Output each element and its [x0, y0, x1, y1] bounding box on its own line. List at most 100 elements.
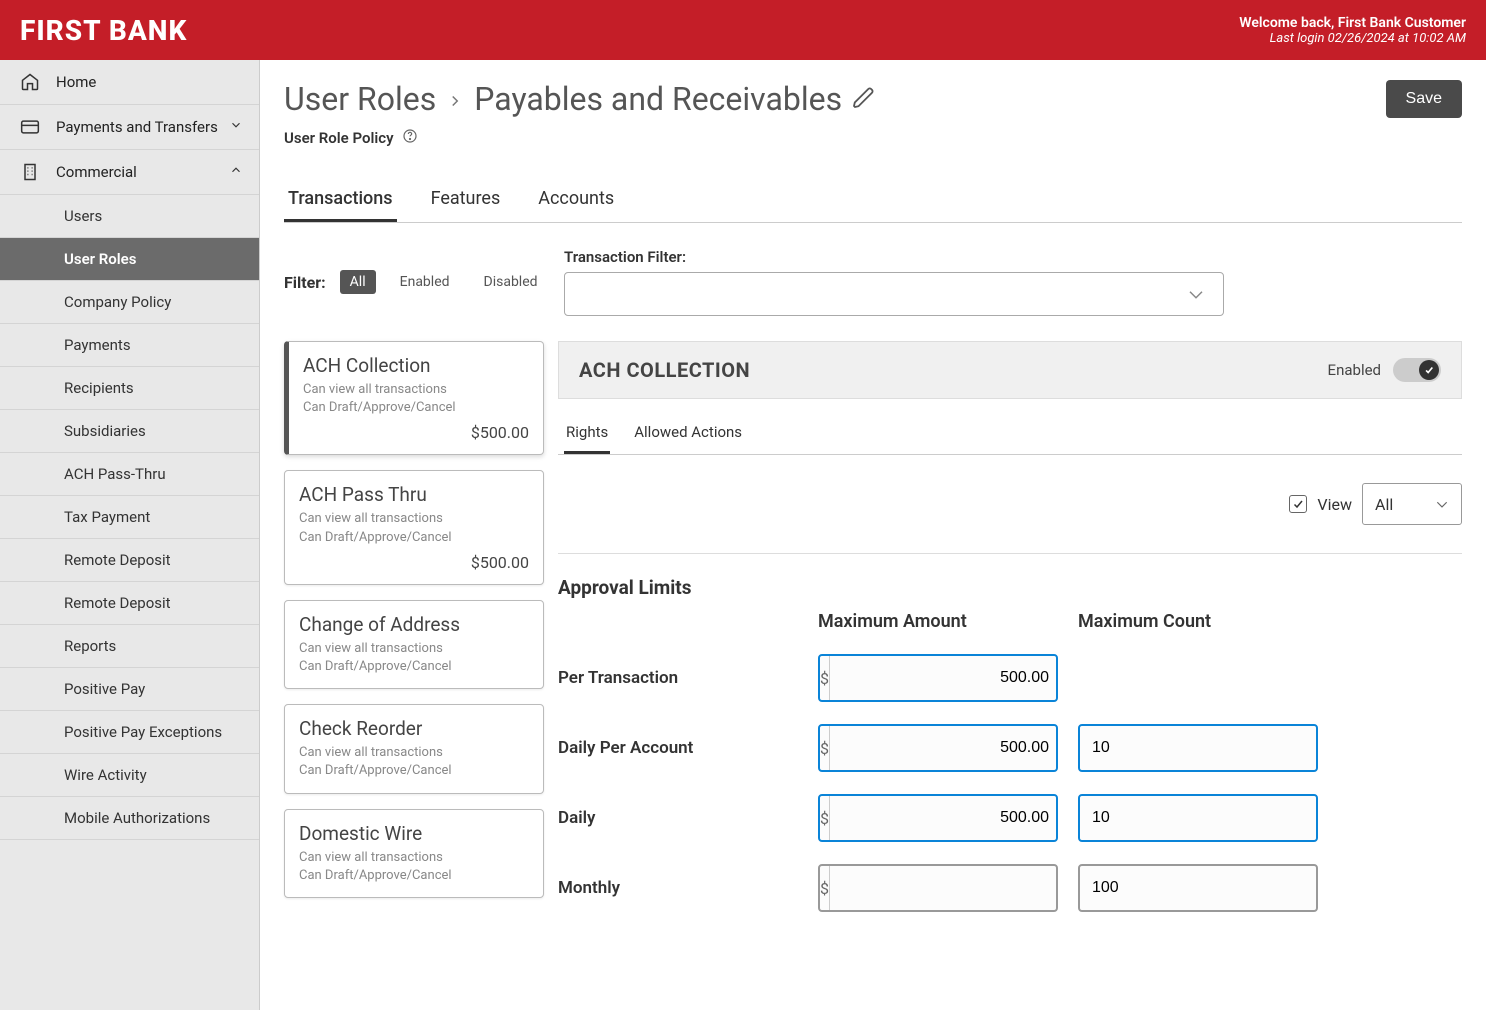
row-daily-label: Daily: [558, 808, 818, 828]
currency-symbol: $: [820, 796, 830, 840]
nav-home[interactable]: Home: [0, 60, 259, 105]
last-login-text: Last login 02/26/2024 at 10:02 AM: [1239, 31, 1466, 46]
filter-label: Filter:: [284, 273, 326, 292]
help-icon[interactable]: [402, 128, 418, 148]
nav-user-roles[interactable]: User Roles: [0, 238, 259, 281]
daily-acct-amount[interactable]: $: [818, 724, 1058, 772]
monthly-amount[interactable]: $: [818, 864, 1058, 912]
tx-title: ACH Pass Thru: [299, 483, 529, 506]
per-tx-amount[interactable]: $: [818, 654, 1058, 702]
nav-positive-pay-exceptions[interactable]: Positive Pay Exceptions: [0, 711, 259, 754]
tx-card-domestic-wire[interactable]: Domestic Wire Can view all transactions …: [284, 809, 544, 898]
tx-card-change-address[interactable]: Change of Address Can view all transacti…: [284, 600, 544, 689]
tab-features[interactable]: Features: [427, 178, 505, 222]
nav-label: Home: [56, 73, 96, 91]
tx-filter-label: Transaction Filter:: [564, 248, 1224, 266]
view-label: View: [1317, 495, 1352, 514]
nav-ach-pass-thru[interactable]: ACH Pass-Thru: [0, 453, 259, 496]
monthly-count-input[interactable]: [1078, 864, 1318, 912]
tx-meta: Can Draft/Approve/Cancel: [299, 867, 529, 885]
nav-remote-deposit-2[interactable]: Remote Deposit: [0, 582, 259, 625]
per-tx-amount-input[interactable]: [830, 656, 1058, 700]
filter-enabled[interactable]: Enabled: [390, 270, 460, 294]
nav-payments[interactable]: Payments: [0, 324, 259, 367]
col-max-amount: Maximum Amount: [818, 611, 1078, 632]
view-select-value: All: [1375, 495, 1393, 514]
col-max-count: Maximum Count: [1078, 611, 1338, 632]
app-header: FIRST BANK Welcome back, First Bank Cust…: [0, 0, 1486, 60]
breadcrumb-current: Payables and Receivables: [474, 80, 842, 118]
tx-meta: Can Draft/Approve/Cancel: [303, 399, 529, 417]
subtab-rights[interactable]: Rights: [564, 413, 610, 454]
welcome-text: Welcome back, First Bank Customer: [1239, 15, 1466, 31]
subtab-allowed-actions[interactable]: Allowed Actions: [632, 413, 744, 454]
building-icon: [16, 162, 44, 182]
detail-panel: ACH COLLECTION Enabled Rights Allowed Ac…: [558, 341, 1462, 912]
nav-tax-payment[interactable]: Tax Payment: [0, 496, 259, 539]
nav-positive-pay[interactable]: Positive Pay: [0, 668, 259, 711]
tx-meta: Can view all transactions: [299, 744, 529, 762]
tx-filter-select[interactable]: [564, 272, 1224, 316]
currency-symbol: $: [820, 726, 830, 770]
daily-amount-input[interactable]: [830, 796, 1058, 840]
currency-symbol: $: [820, 866, 830, 910]
daily-acct-count-input[interactable]: [1078, 724, 1318, 772]
tx-card-check-reorder[interactable]: Check Reorder Can view all transactions …: [284, 704, 544, 793]
card-icon: [16, 117, 44, 137]
monthly-amount-input[interactable]: [830, 866, 1058, 910]
tx-title: Check Reorder: [299, 717, 529, 740]
approval-limits-title: Approval Limits: [558, 576, 1462, 599]
edit-icon[interactable]: [852, 80, 876, 118]
tx-title: Change of Address: [299, 613, 529, 636]
detail-subtabs: Rights Allowed Actions: [558, 413, 1462, 455]
daily-acct-amount-input[interactable]: [830, 726, 1058, 770]
nav-label: Payments and Transfers: [56, 118, 218, 136]
enabled-toggle[interactable]: [1393, 358, 1441, 382]
toggle-knob: [1419, 360, 1439, 380]
tx-title: Domestic Wire: [299, 822, 529, 845]
nav-users[interactable]: Users: [0, 195, 259, 238]
tx-meta: Can Draft/Approve/Cancel: [299, 762, 529, 780]
transaction-list: ACH Collection Can view all transactions…: [284, 341, 544, 912]
home-icon: [16, 72, 44, 92]
breadcrumb: User Roles Payables and Receivables: [284, 80, 876, 118]
view-checkbox[interactable]: [1289, 495, 1307, 513]
tx-meta: Can view all transactions: [299, 849, 529, 867]
filter-disabled[interactable]: Disabled: [474, 270, 548, 294]
detail-title: ACH COLLECTION: [579, 358, 750, 382]
chevron-down-icon: [229, 118, 243, 136]
tx-card-ach-pass-thru[interactable]: ACH Pass Thru Can view all transactions …: [284, 470, 544, 584]
logo: FIRST BANK: [20, 14, 187, 47]
enabled-label: Enabled: [1328, 361, 1381, 379]
tx-meta: Can view all transactions: [299, 510, 529, 528]
view-select[interactable]: All: [1362, 483, 1462, 525]
daily-amount[interactable]: $: [818, 794, 1058, 842]
chevron-right-icon: [446, 80, 464, 118]
nav-company-policy[interactable]: Company Policy: [0, 281, 259, 324]
tx-meta: Can Draft/Approve/Cancel: [299, 658, 529, 676]
save-button[interactable]: Save: [1386, 80, 1462, 118]
nav-payments-transfers[interactable]: Payments and Transfers: [0, 105, 259, 150]
nav-reports[interactable]: Reports: [0, 625, 259, 668]
tx-title: ACH Collection: [303, 354, 529, 377]
tabs: Transactions Features Accounts: [284, 178, 1462, 223]
nav-recipients[interactable]: Recipients: [0, 367, 259, 410]
filter-all[interactable]: All: [340, 270, 376, 294]
nav-wire-activity[interactable]: Wire Activity: [0, 754, 259, 797]
nav-subsidiaries[interactable]: Subsidiaries: [0, 410, 259, 453]
nav-mobile-authorizations[interactable]: Mobile Authorizations: [0, 797, 259, 840]
sidebar: Home Payments and Transfers Commercial U…: [0, 60, 260, 1010]
tx-card-ach-collection[interactable]: ACH Collection Can view all transactions…: [284, 341, 544, 455]
daily-count-input[interactable]: [1078, 794, 1318, 842]
currency-symbol: $: [820, 656, 830, 700]
tab-accounts[interactable]: Accounts: [534, 178, 618, 222]
tx-amount: $500.00: [299, 553, 529, 572]
tx-amount: $500.00: [303, 423, 529, 442]
tx-meta: Can view all transactions: [303, 381, 529, 399]
row-monthly-label: Monthly: [558, 878, 818, 898]
nav-remote-deposit-1[interactable]: Remote Deposit: [0, 539, 259, 582]
tab-transactions[interactable]: Transactions: [284, 178, 397, 222]
breadcrumb-root[interactable]: User Roles: [284, 80, 436, 118]
nav-commercial[interactable]: Commercial: [0, 150, 259, 195]
main-content: User Roles Payables and Receivables Save…: [260, 60, 1486, 1010]
